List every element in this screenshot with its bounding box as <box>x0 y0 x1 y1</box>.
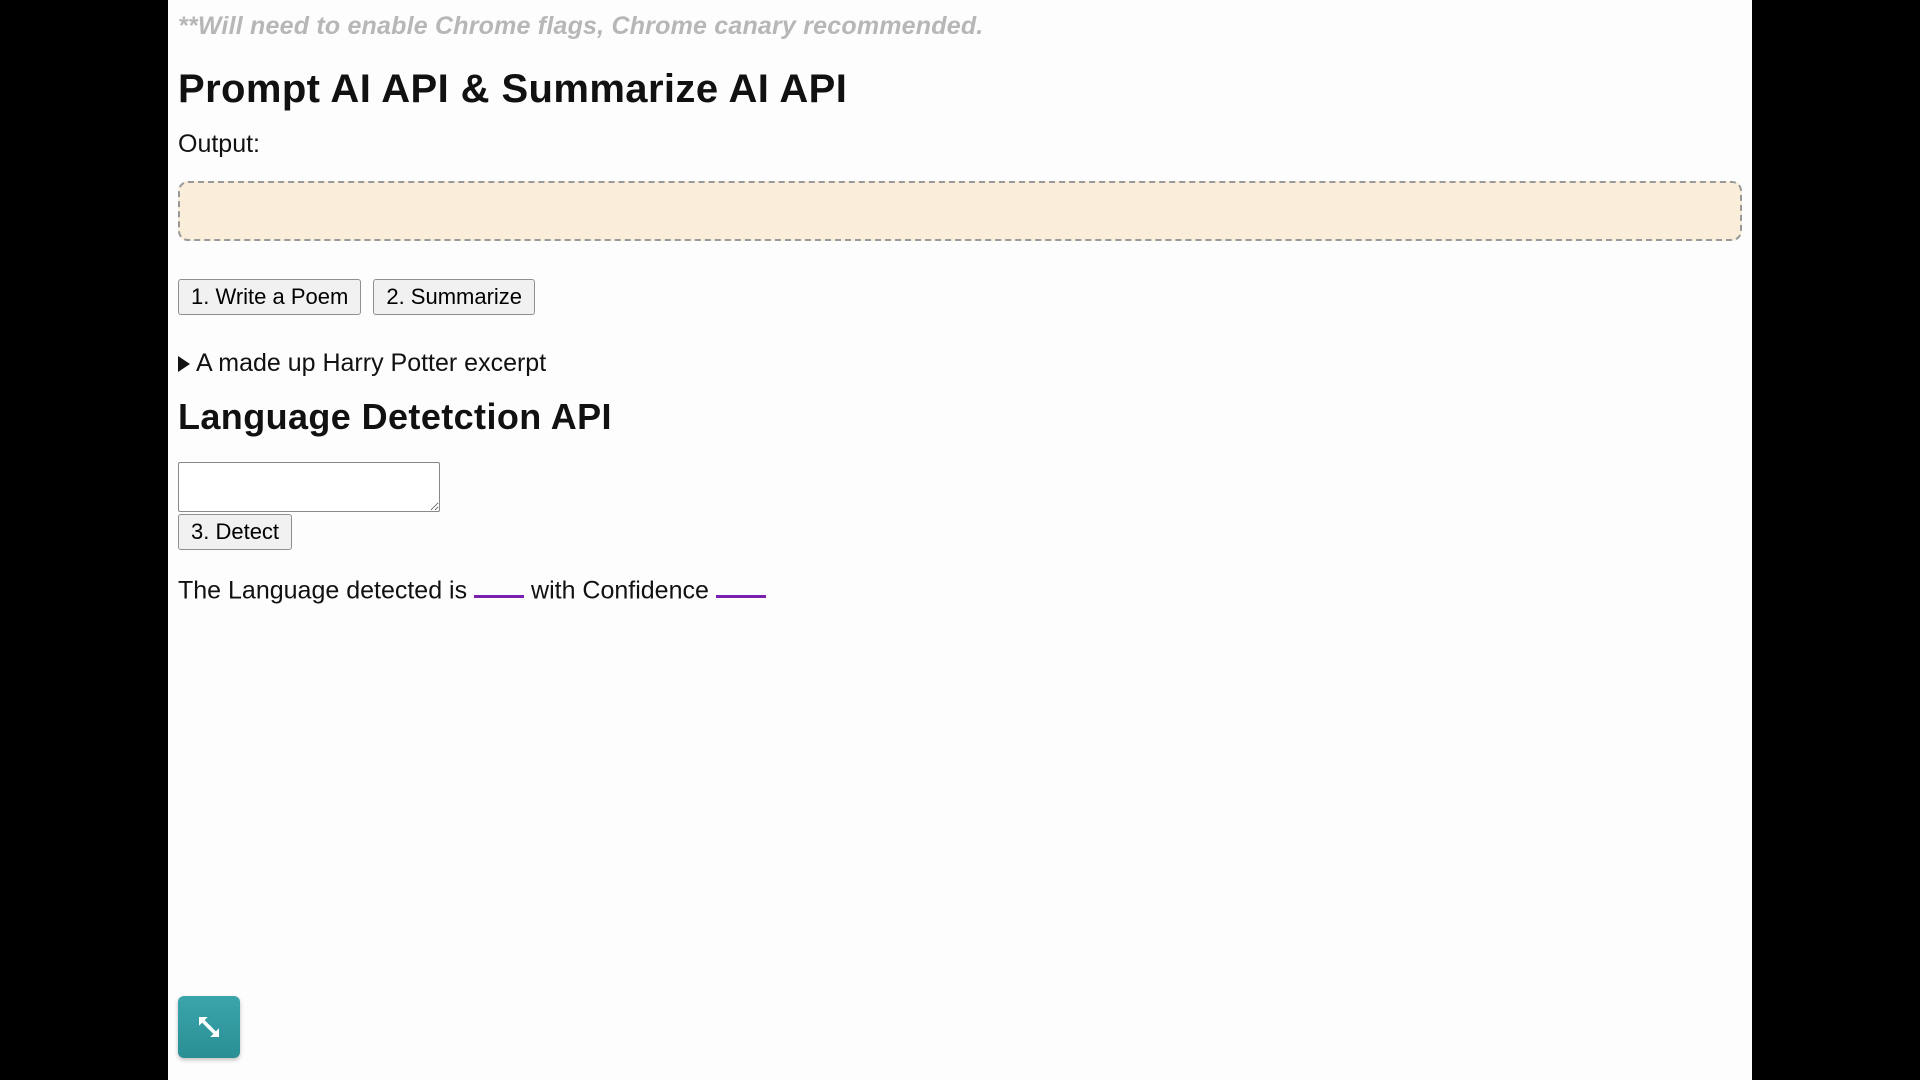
result-mid: with Confidence <box>531 576 716 604</box>
excerpt-disclosure[interactable]: A made up Harry Potter excerpt <box>178 349 1742 378</box>
detection-result-line: The Language detected is with Confidence <box>178 572 1742 605</box>
section-langdetect-title: Language Detetction API <box>178 396 1742 438</box>
expand-tool-button[interactable] <box>178 996 240 1058</box>
section-prompt-title: Prompt AI API & Summarize AI API <box>178 67 1742 112</box>
prompt-buttons-row: 1. Write a Poem 2. Summarize <box>178 279 1742 315</box>
detected-language-value <box>474 572 524 598</box>
confidence-value <box>716 572 766 598</box>
expand-diagonal-icon <box>194 1012 224 1042</box>
enable-flags-note: **Will need to enable Chrome flags, Chro… <box>178 12 1742 41</box>
page-content: **Will need to enable Chrome flags, Chro… <box>168 0 1752 1080</box>
disclosure-label: A made up Harry Potter excerpt <box>196 349 546 378</box>
summarize-button[interactable]: 2. Summarize <box>373 279 535 315</box>
output-label: Output: <box>178 130 1742 159</box>
result-prefix: The Language detected is <box>178 576 474 604</box>
output-box <box>178 181 1742 241</box>
detect-button[interactable]: 3. Detect <box>178 514 292 550</box>
disclosure-triangle-icon <box>178 356 190 372</box>
write-poem-button[interactable]: 1. Write a Poem <box>178 279 361 315</box>
language-text-input[interactable] <box>178 462 440 512</box>
